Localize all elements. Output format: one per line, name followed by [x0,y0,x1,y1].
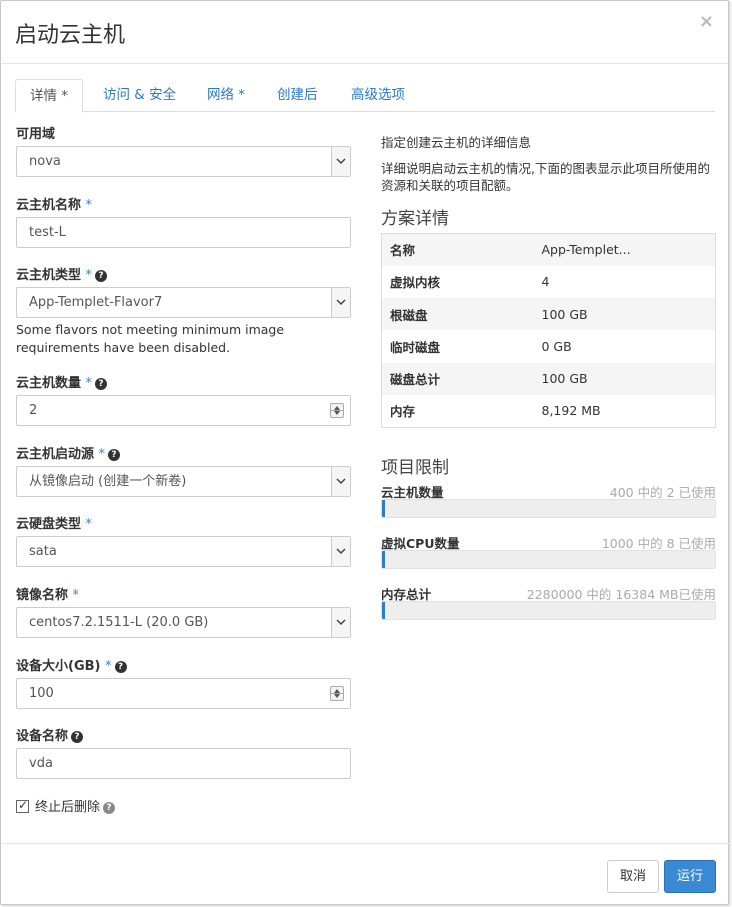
tab-details[interactable]: 详情 * [15,79,84,113]
number-stepper[interactable] [330,686,344,701]
limit-memory-bar [381,601,716,620]
tab-bar: 详情 * 访问 & 安全 网络 * 创建后 高级选项 [15,79,715,113]
availability-zone-value: nova [29,154,61,169]
details-intro-text: 详细说明启动云主机的情况,下面的图表显示此项目所使用的资源和关联的项目配额。 [381,161,710,193]
instance-count-input[interactable]: 2 [16,395,351,426]
delete-on-terminate-row: 终止后删除? [16,796,116,815]
chevron-down-icon [331,288,350,317]
launch-button[interactable]: 运行 [664,860,716,893]
availability-zone-label: 可用域 [16,127,56,142]
flavor-value: App-Templet-Flavor7 [29,295,163,310]
chevron-down-icon [331,467,350,496]
flavor-hint: Some flavors not meeting minimum image r… [16,322,285,355]
availability-zone-select[interactable]: nova [16,146,351,177]
progress-fill [382,500,385,517]
table-row: 磁盘总计 100 GB [381,362,716,395]
tab-post-creation[interactable]: 创建后 [263,79,332,112]
flavor-details-title: 方案详情 [381,209,449,229]
chevron-down-icon [331,147,350,176]
boot-source-select[interactable]: 从镜像启动 (创建一个新卷) [16,466,351,497]
image-name-value: centos7.2.1511-L (20.0 GB) [29,615,209,630]
device-size-input[interactable]: 100 [16,678,351,709]
help-icon[interactable]: ? [114,661,127,673]
help-icon[interactable]: ? [95,378,108,390]
table-row: 临时磁盘 0 GB [390,339,572,356]
device-name-input[interactable]: vda [16,748,351,779]
help-icon[interactable]: ? [103,802,116,814]
flavor-details-table: 名称 App-Templet... 虚拟内核 4 根磁盘 100 GB 临时磁盘 0 G… [381,233,716,428]
volume-type-select[interactable]: sata [16,536,351,567]
table-row: 根磁盘 100 GB [381,298,716,331]
table-row: 虚拟内核 4 [390,274,550,291]
volume-type-value: sata [29,544,57,559]
modal-header: 启动云主机 × [1,1,728,64]
image-name-label: 镜像名称 * [16,588,80,603]
volume-type-label: 云硬盘类型 * [16,517,93,532]
boot-source-value: 从镜像启动 (创建一个新卷) [29,474,187,489]
limit-vcpus-bar [381,550,716,569]
boot-source-label: 云主机启动源 *? [16,443,121,462]
cancel-button[interactable]: 取消 [607,860,659,893]
close-icon[interactable]: × [699,11,714,32]
tab-access-security[interactable]: 访问 & 安全 [89,79,190,112]
tab-network[interactable]: 网络 * [193,79,259,112]
help-icon[interactable]: ? [71,731,84,743]
device-size-label: 设备大小(GB) *? [16,655,127,674]
instance-name-label: 云主机名称 * [16,198,93,213]
delete-on-terminate-label: 终止后删除 [35,800,101,815]
help-icon[interactable]: ? [95,270,108,282]
limit-instances-bar [381,499,716,518]
instance-count-value: 2 [29,403,38,418]
table-row: 内存 8,192 MB [390,403,601,420]
chevron-down-icon [331,608,350,637]
progress-fill [382,602,385,619]
flavor-label: 云主机类型 *? [16,264,108,283]
table-row: 名称 App-Templet... [381,233,716,266]
project-limits-title: 项目限制 [381,458,449,478]
modal-title: 启动云主机 [15,23,126,48]
delete-on-terminate-checkbox[interactable] [16,798,29,813]
chevron-down-icon [331,537,350,566]
progress-fill [382,551,385,568]
instance-name-input[interactable]: test-L [16,217,351,248]
number-stepper[interactable] [330,403,344,418]
image-name-select[interactable]: centos7.2.1511-L (20.0 GB) [16,607,351,638]
device-name-label: 设备名称? [16,725,84,744]
help-icon[interactable]: ? [108,449,121,461]
details-intro-title: 指定创建云主机的详细信息 [381,135,532,150]
device-size-value: 100 [29,686,54,701]
modal-footer: 取消 运行 [1,843,730,905]
instance-count-label: 云主机数量 *? [16,372,108,391]
tab-advanced-options[interactable]: 高级选项 [337,79,419,112]
flavor-select[interactable]: App-Templet-Flavor7 [16,287,351,318]
launch-instance-modal: 启动云主机 × 详情 * 访问 & 安全 网络 * 创建后 高级选项 可用域 n… [0,0,730,905]
